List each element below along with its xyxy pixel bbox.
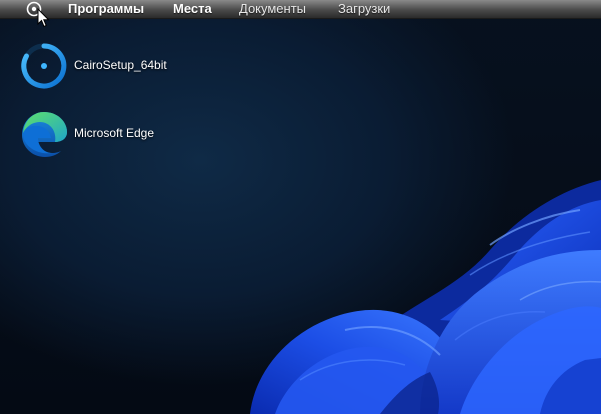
menu-downloads[interactable]: Загрузки <box>338 1 390 17</box>
menu-places[interactable]: Места <box>173 1 212 17</box>
edge-icon <box>22 112 67 157</box>
desktop-icon-label: CairoSetup_64bit <box>74 58 167 72</box>
cairo-setup-icon <box>21 43 67 89</box>
menu-programs[interactable]: Программы <box>68 1 144 17</box>
menu-documents[interactable]: Документы <box>239 1 306 17</box>
desktop-icon-label: Microsoft Edge <box>74 126 155 140</box>
desktop-icon-edge[interactable]: Microsoft Edge <box>18 108 218 160</box>
desktop: Программы Места Документы Загрузки Cairo… <box>0 0 601 414</box>
menu-bar: Программы Места Документы Загрузки <box>0 0 601 19</box>
mouse-cursor-icon <box>37 8 50 28</box>
desktop-icon-cairosetup[interactable]: CairoSetup_64bit <box>18 40 218 92</box>
